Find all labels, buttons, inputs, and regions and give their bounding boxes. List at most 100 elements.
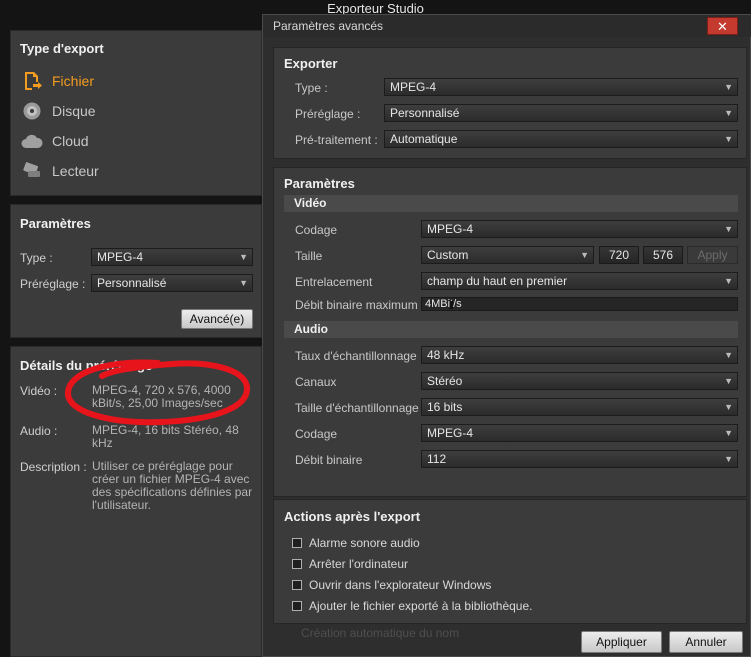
post-export-actions-section: Actions après l'export Alarme sonore aud…	[273, 499, 747, 624]
disc-icon	[21, 101, 43, 121]
audio-codec-value: MPEG-4	[427, 426, 474, 440]
interlace-label: Entrelacement	[295, 275, 373, 289]
max-bitrate-value: 4MBit/s	[425, 298, 462, 310]
channels-value: Stéréo	[427, 374, 463, 388]
export-item-file[interactable]: Fichier	[21, 69, 94, 93]
parameters-panel: Paramètres Type : MPEG-4 ▼ Préréglage : P…	[10, 204, 262, 338]
dialog-title: Paramètres avancés	[273, 19, 384, 33]
export-type-panel: Type d'export Fichier Disque Cloud Lecte…	[10, 30, 262, 196]
checkbox-open-explorer[interactable]: Ouvrir dans l'explorateur Windows	[292, 578, 491, 592]
export-item-cloud-label: Cloud	[52, 133, 89, 149]
interlace-select[interactable]: champ du haut en premier ▼	[421, 272, 738, 290]
auto-name-faded-text: Création automatique du nom	[301, 626, 460, 640]
interlace-value: champ du haut en premier	[427, 274, 568, 288]
checkbox-label: Arrêter l'ordinateur	[309, 557, 408, 571]
annotation-circle	[65, 359, 250, 426]
preset-select-value: Personnalisé	[97, 276, 167, 290]
cancel-button[interactable]: Annuler	[669, 631, 743, 653]
channels-select[interactable]: Stéréo ▼	[421, 372, 738, 390]
chevron-down-icon: ▼	[580, 250, 589, 260]
sample-size-select[interactable]: 16 bits ▼	[421, 398, 738, 416]
exporter-type-label: Type :	[295, 81, 328, 95]
max-bitrate-label: Débit binaire maximum	[295, 298, 418, 312]
description-detail-label: Description :	[20, 460, 87, 474]
chevron-down-icon: ▼	[724, 224, 733, 234]
type-label: Type :	[20, 251, 53, 265]
chevron-down-icon: ▼	[239, 252, 248, 262]
chevron-down-icon: ▼	[724, 376, 733, 386]
video-codec-select[interactable]: MPEG-4 ▼	[421, 220, 738, 238]
width-input[interactable]: 720	[599, 246, 639, 264]
exporter-preset-select[interactable]: Personnalisé ▼	[384, 104, 738, 122]
export-item-device-label: Lecteur	[52, 163, 99, 179]
chevron-down-icon: ▼	[724, 82, 733, 92]
exporter-title: Exporter	[284, 56, 338, 71]
exporter-preset-label: Préréglage :	[295, 107, 361, 121]
chevron-down-icon: ▼	[724, 454, 733, 464]
size-label: Taille	[295, 249, 323, 263]
sample-rate-value: 48 kHz	[427, 348, 465, 362]
parameters-section: Paramètres Vidéo Codage MPEG-4 ▼ Taille C…	[273, 167, 747, 497]
type-select[interactable]: MPEG-4 ▼	[91, 248, 253, 266]
audio-subheader: Audio	[284, 321, 738, 338]
parameters-section-title: Paramètres	[284, 176, 355, 191]
checkbox-box[interactable]	[292, 538, 302, 548]
audio-bitrate-value: 112	[427, 452, 447, 466]
sample-size-label: Taille d'échantillonnage	[295, 401, 419, 415]
slider-handle[interactable]	[450, 301, 453, 309]
channels-label: Canaux	[295, 375, 337, 389]
size-select[interactable]: Custom ▼	[421, 246, 594, 264]
checkbox-box[interactable]	[292, 601, 302, 611]
type-select-value: MPEG-4	[97, 250, 144, 264]
chevron-down-icon: ▼	[724, 350, 733, 360]
export-item-cloud[interactable]: Cloud	[21, 129, 89, 153]
checkbox-shutdown[interactable]: Arrêter l'ordinateur	[292, 557, 408, 571]
checkbox-box[interactable]	[292, 580, 302, 590]
pretreatment-label: Pré-traitement :	[295, 133, 378, 147]
cloud-icon	[21, 131, 43, 151]
description-detail-value: Utiliser ce préréglage pour créer un fic…	[92, 459, 253, 512]
advanced-button[interactable]: Avancé(e)	[181, 309, 253, 329]
audio-codec-select[interactable]: MPEG-4 ▼	[421, 424, 738, 442]
checkbox-audio-alarm[interactable]: Alarme sonore audio	[292, 536, 420, 550]
checkbox-label: Ouvrir dans l'explorateur Windows	[309, 578, 492, 592]
checkbox-label: Alarme sonore audio	[309, 536, 420, 550]
exporter-preset-value: Personnalisé	[390, 106, 460, 120]
exporter-type-value: MPEG-4	[390, 80, 437, 94]
exporter-type-select[interactable]: MPEG-4 ▼	[384, 78, 738, 96]
sample-size-value: 16 bits	[427, 400, 463, 414]
advanced-settings-dialog: Paramètres avancés ✕ Exporter Type : MPE…	[262, 14, 751, 657]
chevron-down-icon: ▼	[239, 278, 248, 288]
chevron-down-icon: ▼	[724, 428, 733, 438]
export-item-disc[interactable]: Disque	[21, 99, 96, 123]
export-item-disc-label: Disque	[52, 103, 96, 119]
preset-select[interactable]: Personnalisé ▼	[91, 274, 253, 292]
chevron-down-icon: ▼	[724, 108, 733, 118]
exporter-section: Exporter Type : MPEG-4 ▼ Préréglage : Per…	[273, 47, 747, 159]
apply-button[interactable]: Appliquer	[581, 631, 662, 653]
post-export-title: Actions après l'export	[284, 509, 421, 524]
video-subheader: Vidéo	[284, 195, 738, 212]
device-icon	[21, 161, 43, 181]
height-input[interactable]: 576	[643, 246, 683, 264]
apply-size-button[interactable]: Apply	[687, 246, 738, 264]
chevron-down-icon: ▼	[724, 134, 733, 144]
video-codec-value: MPEG-4	[427, 222, 474, 236]
audio-bitrate-select[interactable]: 112 ▼	[421, 450, 738, 468]
chevron-down-icon: ▼	[724, 276, 733, 286]
parameters-title: Paramètres	[20, 216, 91, 231]
sample-rate-select[interactable]: 48 kHz ▼	[421, 346, 738, 364]
pretreatment-select[interactable]: Automatique ▼	[384, 130, 738, 148]
sample-rate-label: Taux d'échantillonnage	[295, 349, 417, 363]
max-bitrate-slider[interactable]: 4MBit/s	[421, 297, 738, 311]
checkbox-add-library[interactable]: Ajouter le fichier exporté à la biblioth…	[292, 599, 532, 613]
close-button[interactable]: ✕	[707, 17, 738, 35]
video-codec-label: Codage	[295, 223, 338, 237]
export-type-title: Type d'export	[20, 41, 104, 56]
checkbox-label: Ajouter le fichier exporté à la biblioth…	[309, 599, 533, 613]
close-icon: ✕	[717, 19, 728, 34]
export-item-device[interactable]: Lecteur	[21, 159, 99, 183]
file-export-icon	[21, 71, 43, 91]
checkbox-box[interactable]	[292, 559, 302, 569]
chevron-down-icon: ▼	[724, 402, 733, 412]
